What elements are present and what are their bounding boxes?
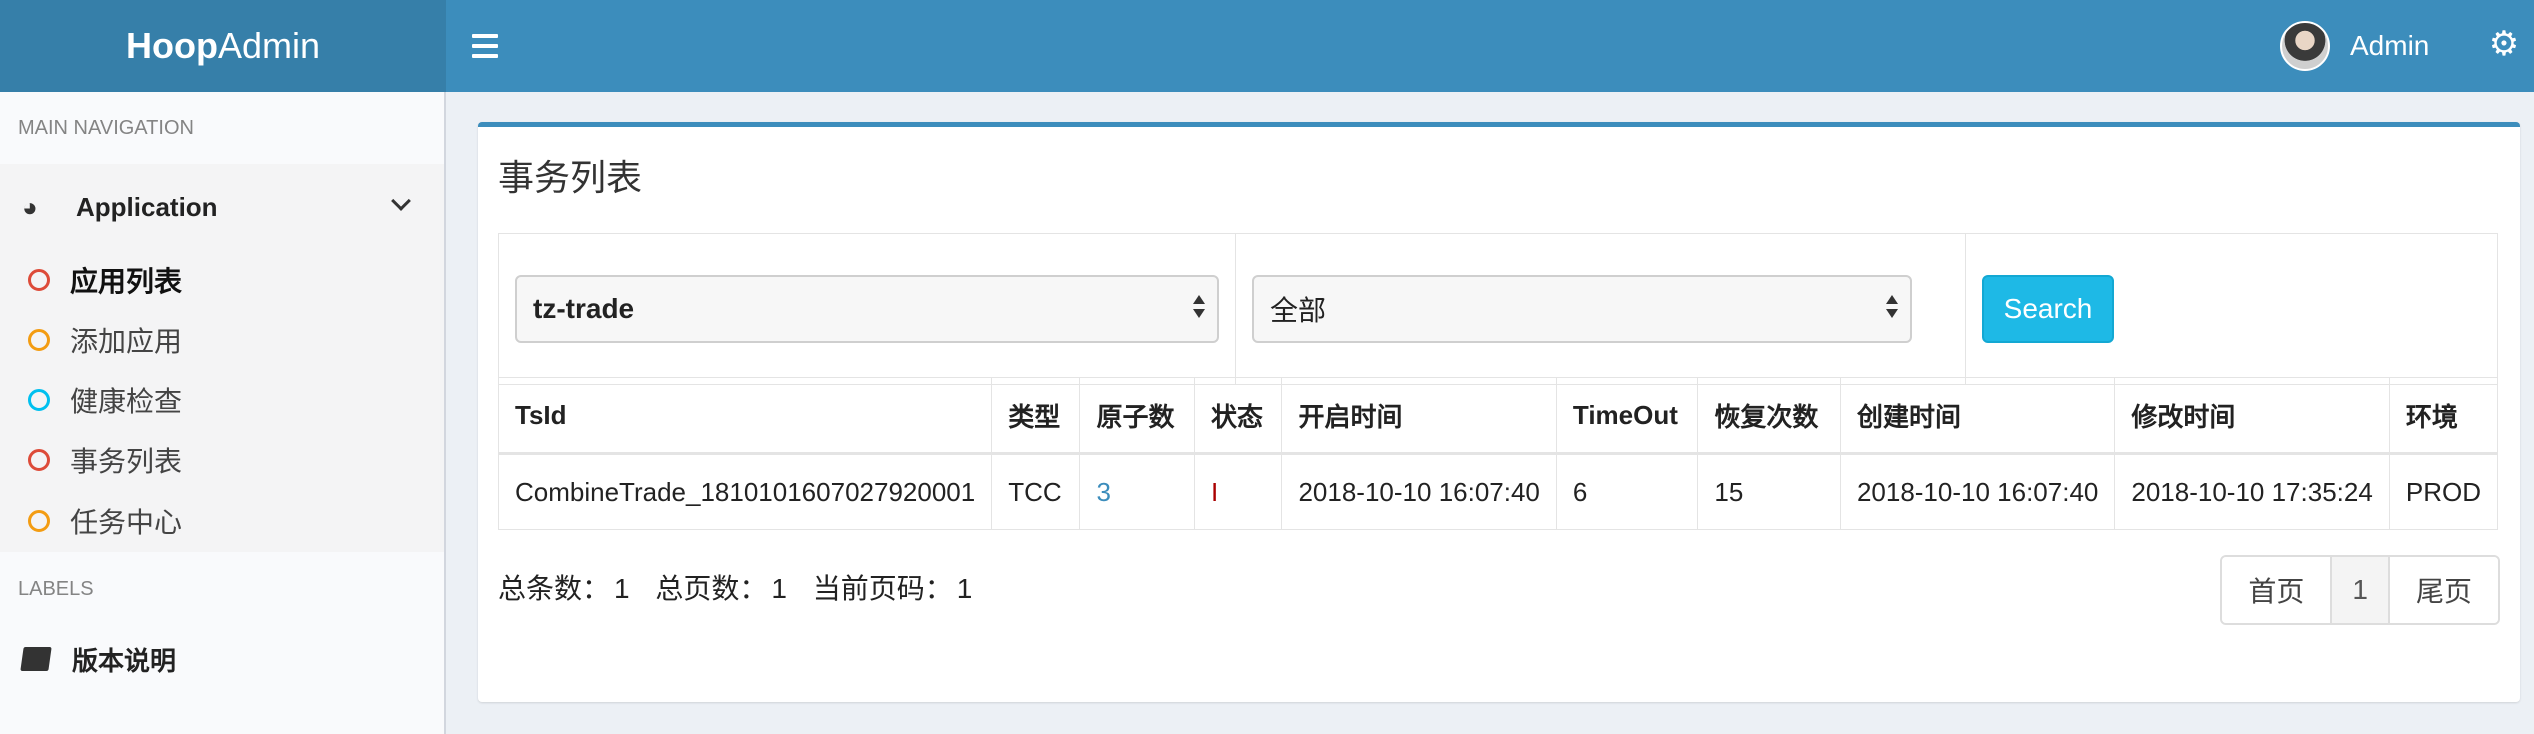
gears-icon[interactable]: ⚙ — [2484, 24, 2524, 64]
sidebar-group-application[interactable]: ◕ Application — [0, 164, 444, 250]
transaction-list-box: 事务列表 tz-trade 全部 Search TsId 类型 原子数 状态 开… — [478, 122, 2520, 702]
book-icon — [20, 647, 52, 671]
table-row: CombineTrade_1810101607027920001 TCC 3 I… — [497, 453, 2499, 530]
total-count-label: 总条数： — [498, 573, 611, 604]
total-count-value: 1 — [614, 573, 630, 604]
total-pages-value: 1 — [771, 573, 787, 604]
labels-header: LABELS — [0, 552, 444, 626]
app-select[interactable]: tz-trade — [515, 275, 1219, 343]
column-header-retry-count: 恢复次数 — [1697, 377, 1841, 455]
filter-cell-search: Search — [1966, 234, 2497, 384]
sidebar-item-label: 版本说明 — [72, 645, 177, 676]
circle-icon — [28, 329, 50, 351]
user-menu[interactable]: Admin — [2280, 18, 2429, 74]
sidebar-item-task-center[interactable]: 任务中心 — [0, 490, 444, 552]
cell-atom-count-link[interactable]: 3 — [1079, 453, 1195, 530]
filter-bar: tz-trade 全部 Search — [498, 233, 2498, 385]
column-header-atom-count: 原子数 — [1079, 377, 1195, 455]
sidebar-item-label: 添加应用 — [70, 326, 183, 357]
current-page-label: 当前页码： — [812, 573, 953, 604]
filter-cell-app: tz-trade — [499, 234, 1236, 384]
sidebar-group-label: Application — [76, 191, 218, 222]
page-title: 事务列表 — [498, 157, 643, 198]
cell-retry-count: 15 — [1697, 453, 1841, 530]
app-logo[interactable]: Hoop Admin — [0, 0, 446, 92]
main-navigation-header: MAIN NAVIGATION — [0, 92, 444, 164]
circle-icon — [28, 510, 50, 532]
filter-cell-status: 全部 — [1236, 234, 1966, 384]
column-header-timeout: TimeOut — [1555, 377, 1699, 455]
user-name: Admin — [2350, 30, 2430, 61]
cell-status: I — [1193, 453, 1283, 530]
sidebar-item-transaction-list[interactable]: 事务列表 — [0, 430, 444, 490]
sidebar-item-label: 任务中心 — [70, 507, 183, 538]
sidebar-toggle-icon[interactable] — [472, 28, 508, 64]
column-header-env: 环境 — [2388, 377, 2499, 455]
circle-icon — [28, 389, 50, 411]
column-header-modify-time: 修改时间 — [2114, 377, 2390, 455]
logo-rest-text: Admin — [217, 25, 320, 66]
circle-icon — [28, 449, 50, 471]
cell-type: TCC — [991, 453, 1081, 530]
status-select-value: 全部 — [1270, 295, 1327, 326]
column-header-type: 类型 — [991, 377, 1081, 455]
sidebar-item-label: 健康检查 — [70, 386, 183, 417]
sidebar-item-app-list[interactable]: 应用列表 — [0, 250, 444, 310]
avatar — [2280, 21, 2330, 71]
logo-bold-text: Hoop — [125, 25, 218, 66]
column-header-start-time: 开启时间 — [1281, 377, 1557, 455]
chevron-down-icon — [391, 191, 411, 211]
column-header-tsid: TsId — [497, 377, 993, 455]
cell-tsid: CombineTrade_1810101607027920001 — [497, 453, 993, 530]
pagination: 首页 1 尾页 — [2220, 555, 2500, 625]
select-arrows-icon — [1886, 295, 1898, 318]
sidebar-menu: ◕ Application 应用列表 添加应用 健康检查 事务列表 任务中心 — [0, 164, 444, 552]
dashboard-icon: ◕ — [22, 191, 38, 222]
select-arrows-icon — [1193, 295, 1205, 318]
last-page-button[interactable]: 尾页 — [2389, 557, 2498, 623]
sidebar-item-health-check[interactable]: 健康检查 — [0, 370, 444, 430]
status-select[interactable]: 全部 — [1252, 275, 1912, 343]
total-pages-label: 总页数： — [655, 573, 768, 604]
cell-env: PROD — [2388, 453, 2499, 530]
sidebar-item-label: 事务列表 — [70, 446, 183, 477]
page-1-button[interactable]: 1 — [2332, 557, 2390, 623]
column-header-create-time: 创建时间 — [1839, 377, 2116, 455]
cell-start-time: 2018-10-10 16:07:40 — [1281, 453, 1557, 530]
transaction-table: TsId 类型 原子数 状态 开启时间 TimeOut 恢复次数 创建时间 修改… — [497, 377, 2499, 530]
top-navbar: Hoop Admin Admin ⚙ — [0, 0, 2534, 92]
table-header-row: TsId 类型 原子数 状态 开启时间 TimeOut 恢复次数 创建时间 修改… — [497, 377, 2499, 455]
sidebar: MAIN NAVIGATION ◕ Application 应用列表 添加应用 … — [0, 92, 446, 734]
search-button[interactable]: Search — [1982, 275, 2114, 343]
cell-timeout: 6 — [1555, 453, 1699, 530]
cell-create-time: 2018-10-10 16:07:40 — [1839, 453, 2116, 530]
circle-icon — [28, 269, 50, 291]
current-page-value: 1 — [956, 573, 973, 604]
pagination-summary: 总条数： 1 总页数： 1 当前页码： 1 — [498, 567, 976, 607]
sidebar-item-version-notes[interactable]: 版本说明 — [0, 626, 444, 692]
cell-modify-time: 2018-10-10 17:35:24 — [2114, 453, 2390, 530]
sidebar-item-add-app[interactable]: 添加应用 — [0, 310, 444, 370]
sidebar-item-label: 应用列表 — [70, 266, 183, 297]
app-select-value: tz-trade — [533, 293, 635, 324]
column-header-status: 状态 — [1193, 377, 1283, 455]
first-page-button[interactable]: 首页 — [2222, 557, 2333, 623]
